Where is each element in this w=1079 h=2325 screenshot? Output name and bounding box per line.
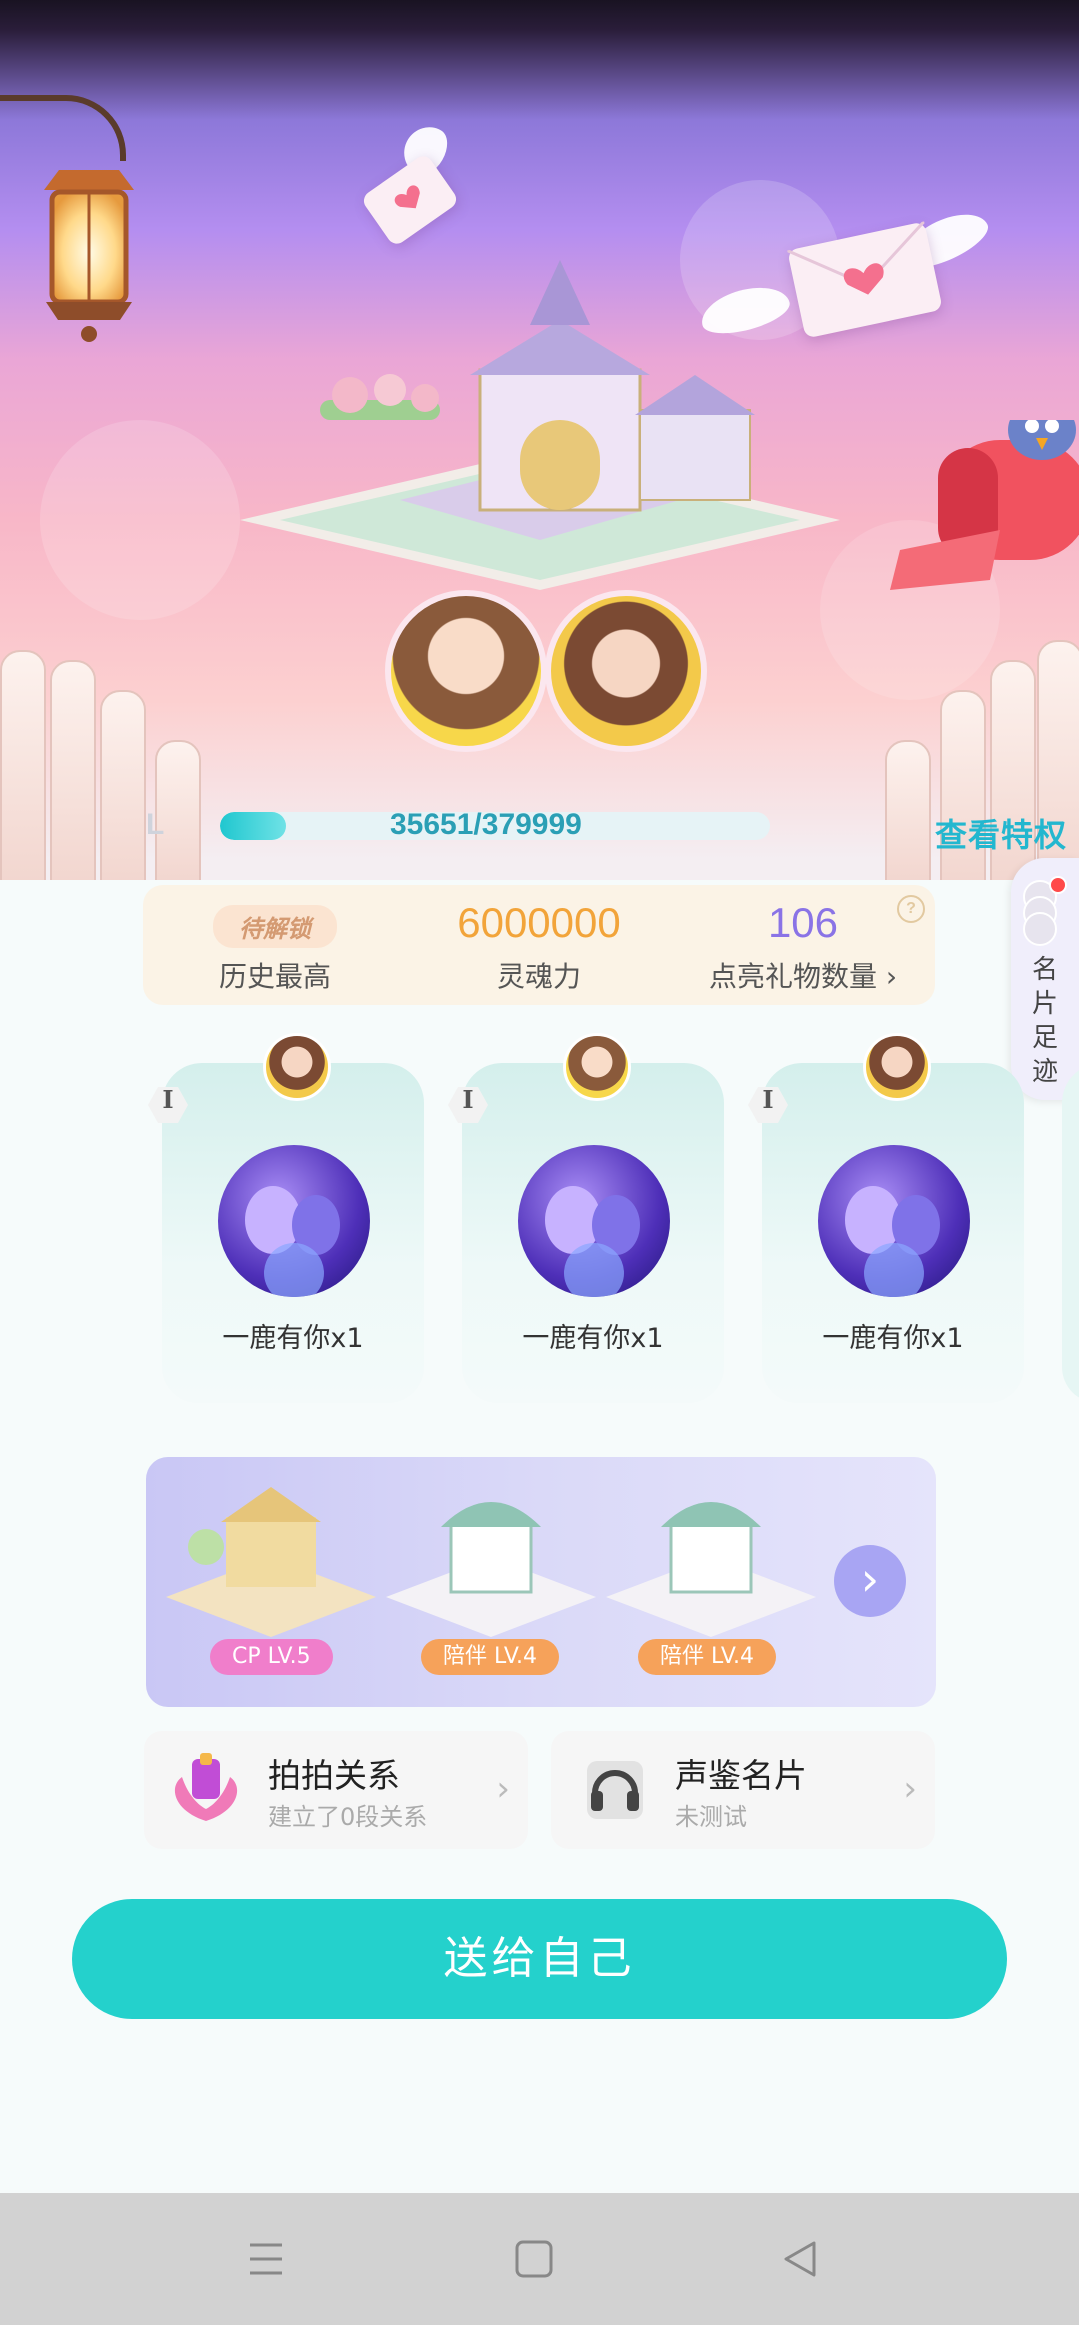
gift-label: 一鹿有你x1 <box>822 1323 964 1354</box>
gift-card[interactable]: I 一鹿有你x1 <box>148 1033 424 1403</box>
stat-history-high: 待解锁 历史最高 <box>143 885 407 1005</box>
stat-label: 历史最高 <box>218 960 331 993</box>
back-icon[interactable] <box>778 2237 822 2281</box>
level-label: L <box>146 808 165 841</box>
stat-soul-power: 6000000 灵魂力 <box>407 885 671 1005</box>
pavilion-scene <box>386 1502 596 1637</box>
lotus-gift-icon <box>174 1753 238 1821</box>
bokeh <box>40 420 240 620</box>
card-subtitle: 未测试 <box>675 1803 747 1831</box>
gift-card-partial <box>1062 1063 1079 1403</box>
chevron-right-icon: › <box>903 1769 917 1809</box>
notification-dot <box>1049 876 1067 894</box>
stats-card: 待解锁 历史最高 6000000 灵魂力 106 点亮礼物数量 › ? <box>143 885 935 1005</box>
voice-card[interactable]: 声鉴名片 未测试 › <box>551 1731 935 1849</box>
card-title: 声鉴名片 <box>675 1756 807 1795</box>
relationship-banner[interactable]: CP LV.5 陪伴 LV.4 陪伴 LV.4 › <box>146 1457 936 1707</box>
avatar-female[interactable] <box>385 590 547 752</box>
gift-card[interactable]: I 一鹿有你x1 <box>448 1033 724 1403</box>
progress-text: 35651/379999 <box>390 808 582 841</box>
hero-scene: L 35651/379999 查看特权 <box>0 0 1079 880</box>
stat-label: 灵魂力 <box>496 960 581 993</box>
send-to-self-button[interactable]: 送给自己 <box>72 1899 1007 2019</box>
stat-value: 6000000 <box>457 899 621 946</box>
gift-label: 一鹿有你x1 <box>522 1323 664 1354</box>
sender-avatar <box>563 1033 631 1101</box>
gift-card[interactable]: I 一鹿有你x1 <box>748 1033 1024 1403</box>
envelope-icon <box>360 152 460 248</box>
fence <box>50 660 96 880</box>
deer-gift-icon <box>218 1145 370 1297</box>
headphones-icon <box>587 1761 643 1819</box>
mansion-illustration <box>240 260 840 590</box>
progress-fill <box>220 812 286 840</box>
stat-label: 点亮礼物数量 › <box>708 960 898 993</box>
chevron-right-icon[interactable]: › <box>834 1545 906 1617</box>
view-privileges-link[interactable]: 查看特权 <box>935 810 1067 856</box>
fence <box>0 650 46 880</box>
stat-value: 106 <box>767 899 839 946</box>
deer-gift-icon <box>818 1145 970 1297</box>
chevron-right-icon: › <box>496 1769 510 1809</box>
gift-label: 一鹿有你x1 <box>222 1323 364 1354</box>
mailbox-icon <box>890 420 1079 590</box>
card-subtitle: 建立了0段关系 <box>268 1803 428 1831</box>
system-nav-bar <box>0 2193 1079 2325</box>
relation-tag: 陪伴 LV.4 <box>421 1639 560 1675</box>
cp-mansion-scene <box>166 1487 376 1637</box>
locked-badge: 待解锁 <box>213 905 337 948</box>
stat-lit-gifts[interactable]: 106 点亮礼物数量 › <box>671 885 935 1005</box>
card-footprint-tab[interactable]: 名片足迹 <box>1011 858 1079 1100</box>
avatar-male[interactable] <box>545 590 707 752</box>
sender-avatar <box>263 1033 331 1101</box>
fence <box>100 690 146 880</box>
pavilion-scene <box>606 1502 816 1637</box>
gift-level-badge: I <box>748 1087 788 1123</box>
relation-tag: CP LV.5 <box>210 1639 333 1675</box>
level-progress: L 35651/379999 查看特权 <box>140 808 1079 854</box>
lantern-icon <box>44 170 134 342</box>
paipai-relationship-card[interactable]: 拍拍关系 建立了0段关系 › <box>144 1731 528 1849</box>
menu-icon[interactable] <box>244 2237 288 2281</box>
home-icon[interactable] <box>512 2237 556 2281</box>
help-icon[interactable]: ? <box>897 895 925 923</box>
deer-gift-icon <box>518 1145 670 1297</box>
card-title: 拍拍关系 <box>268 1756 400 1795</box>
side-tab-label: 名片足迹 <box>1031 955 1058 1087</box>
gift-level-badge: I <box>148 1087 188 1123</box>
sender-avatar <box>863 1033 931 1101</box>
gift-level-badge: I <box>448 1087 488 1123</box>
relation-tag: 陪伴 LV.4 <box>638 1639 777 1675</box>
avatar-stack <box>1023 880 1057 946</box>
